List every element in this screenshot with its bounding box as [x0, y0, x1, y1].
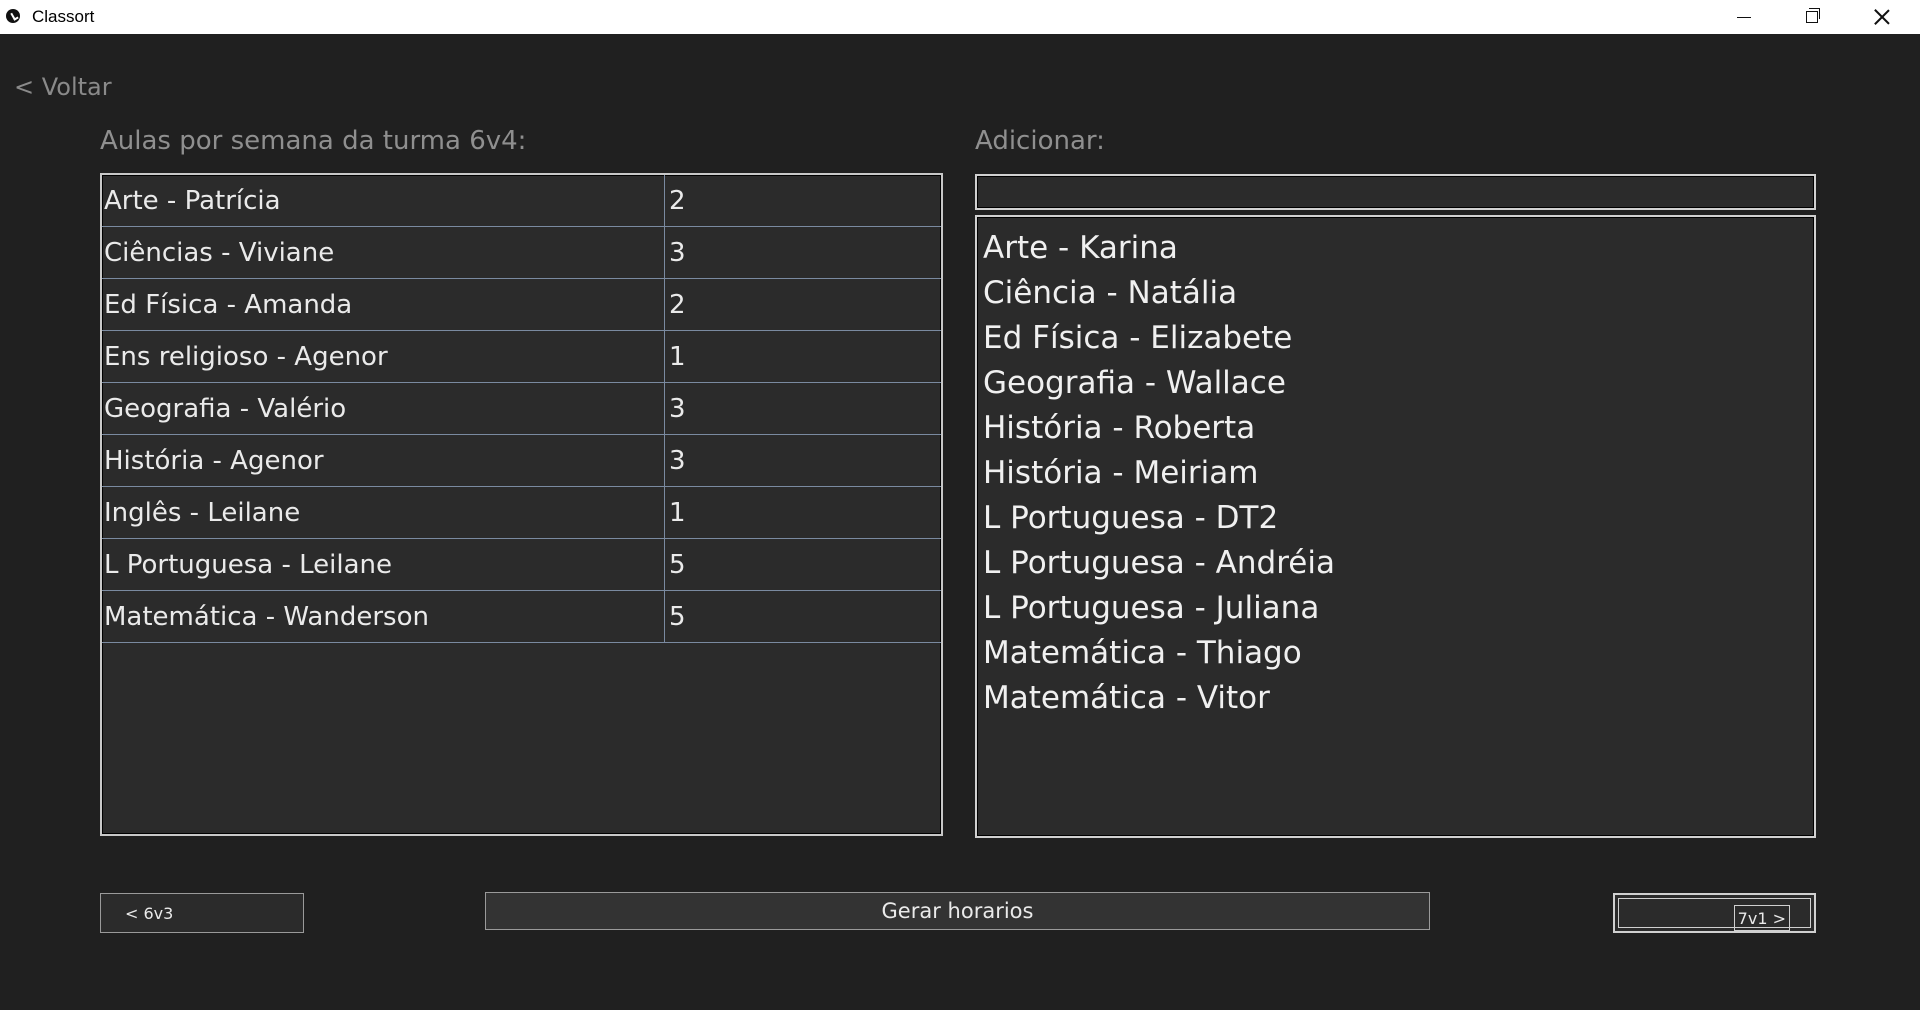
window-title: Classort — [32, 7, 95, 26]
table-row[interactable]: L Portuguesa - Leilane 5 — [102, 539, 941, 591]
list-item[interactable]: História - Meiriam — [977, 450, 1814, 495]
list-item[interactable]: Ed Física - Elizabete — [977, 315, 1814, 360]
subject-cell[interactable]: Geografia - Valério — [102, 383, 665, 434]
count-cell[interactable]: 2 — [665, 175, 941, 226]
schedule-heading: Aulas por semana da turma 6v4: — [100, 126, 527, 156]
count-cell[interactable]: 3 — [665, 435, 941, 486]
maximize-button[interactable] — [1778, 0, 1846, 34]
count-cell[interactable]: 5 — [665, 591, 941, 642]
subject-cell[interactable]: Inglês - Leilane — [102, 487, 665, 538]
count-cell[interactable]: 3 — [665, 383, 941, 434]
count-cell[interactable]: 1 — [665, 487, 941, 538]
table-row[interactable]: Ciências - Viviane 3 — [102, 227, 941, 279]
app-icon — [6, 9, 20, 23]
subject-cell[interactable]: Ens religioso - Agenor — [102, 331, 665, 382]
count-cell[interactable]: 3 — [665, 227, 941, 278]
minimize-button[interactable] — [1710, 0, 1778, 34]
generate-schedule-button[interactable]: Gerar horarios — [485, 892, 1430, 930]
subject-cell[interactable]: Ciências - Viviane — [102, 227, 665, 278]
table-row[interactable]: Ens religioso - Agenor 1 — [102, 331, 941, 383]
next-class-label: 7v1 > — [1733, 905, 1790, 931]
back-link[interactable]: < Voltar — [14, 73, 112, 101]
add-search-input[interactable] — [975, 174, 1816, 210]
list-item[interactable]: Geografia - Wallace — [977, 360, 1814, 405]
list-item[interactable]: História - Roberta — [977, 405, 1814, 450]
subject-cell[interactable]: L Portuguesa - Leilane — [102, 539, 665, 590]
count-cell[interactable]: 1 — [665, 331, 941, 382]
table-row[interactable]: Matemática - Wanderson 5 — [102, 591, 941, 643]
next-class-button-frame: 7v1 > — [1618, 898, 1811, 931]
previous-class-button[interactable]: < 6v3 — [100, 893, 304, 933]
count-cell[interactable]: 5 — [665, 539, 941, 590]
subject-cell[interactable]: Ed Física - Amanda — [102, 279, 665, 330]
minimize-icon — [1737, 16, 1751, 18]
add-list: Arte - Karina Ciência - Natália Ed Físic… — [975, 215, 1816, 838]
count-cell[interactable]: 2 — [665, 279, 941, 330]
list-item[interactable]: Ciência - Natália — [977, 270, 1814, 315]
next-class-button[interactable]: 7v1 > — [1613, 893, 1816, 933]
list-item[interactable]: Matemática - Vitor — [977, 675, 1814, 720]
table-row[interactable]: Arte - Patrícia 2 — [102, 175, 941, 227]
subject-cell[interactable]: História - Agenor — [102, 435, 665, 486]
add-heading: Adicionar: — [975, 126, 1105, 156]
list-item[interactable]: Arte - Karina — [977, 225, 1814, 270]
list-item[interactable]: Matemática - Thiago — [977, 630, 1814, 675]
list-item[interactable]: L Portuguesa - Juliana — [977, 585, 1814, 630]
table-row[interactable]: História - Agenor 3 — [102, 435, 941, 487]
table-row[interactable]: Inglês - Leilane 1 — [102, 487, 941, 539]
table-row[interactable]: Geografia - Valério 3 — [102, 383, 941, 435]
list-item[interactable]: L Portuguesa - Andréia — [977, 540, 1814, 585]
list-item[interactable]: L Portuguesa - DT2 — [977, 495, 1814, 540]
close-button[interactable] — [1848, 0, 1916, 34]
title-bar: Classort — [0, 0, 1920, 34]
close-icon — [1874, 9, 1890, 25]
table-row[interactable]: Ed Física - Amanda 2 — [102, 279, 941, 331]
subject-cell[interactable]: Matemática - Wanderson — [102, 591, 665, 642]
schedule-table: Arte - Patrícia 2 Ciências - Viviane 3 E… — [100, 173, 943, 836]
subject-cell[interactable]: Arte - Patrícia — [102, 175, 665, 226]
maximize-icon — [1806, 8, 1820, 23]
